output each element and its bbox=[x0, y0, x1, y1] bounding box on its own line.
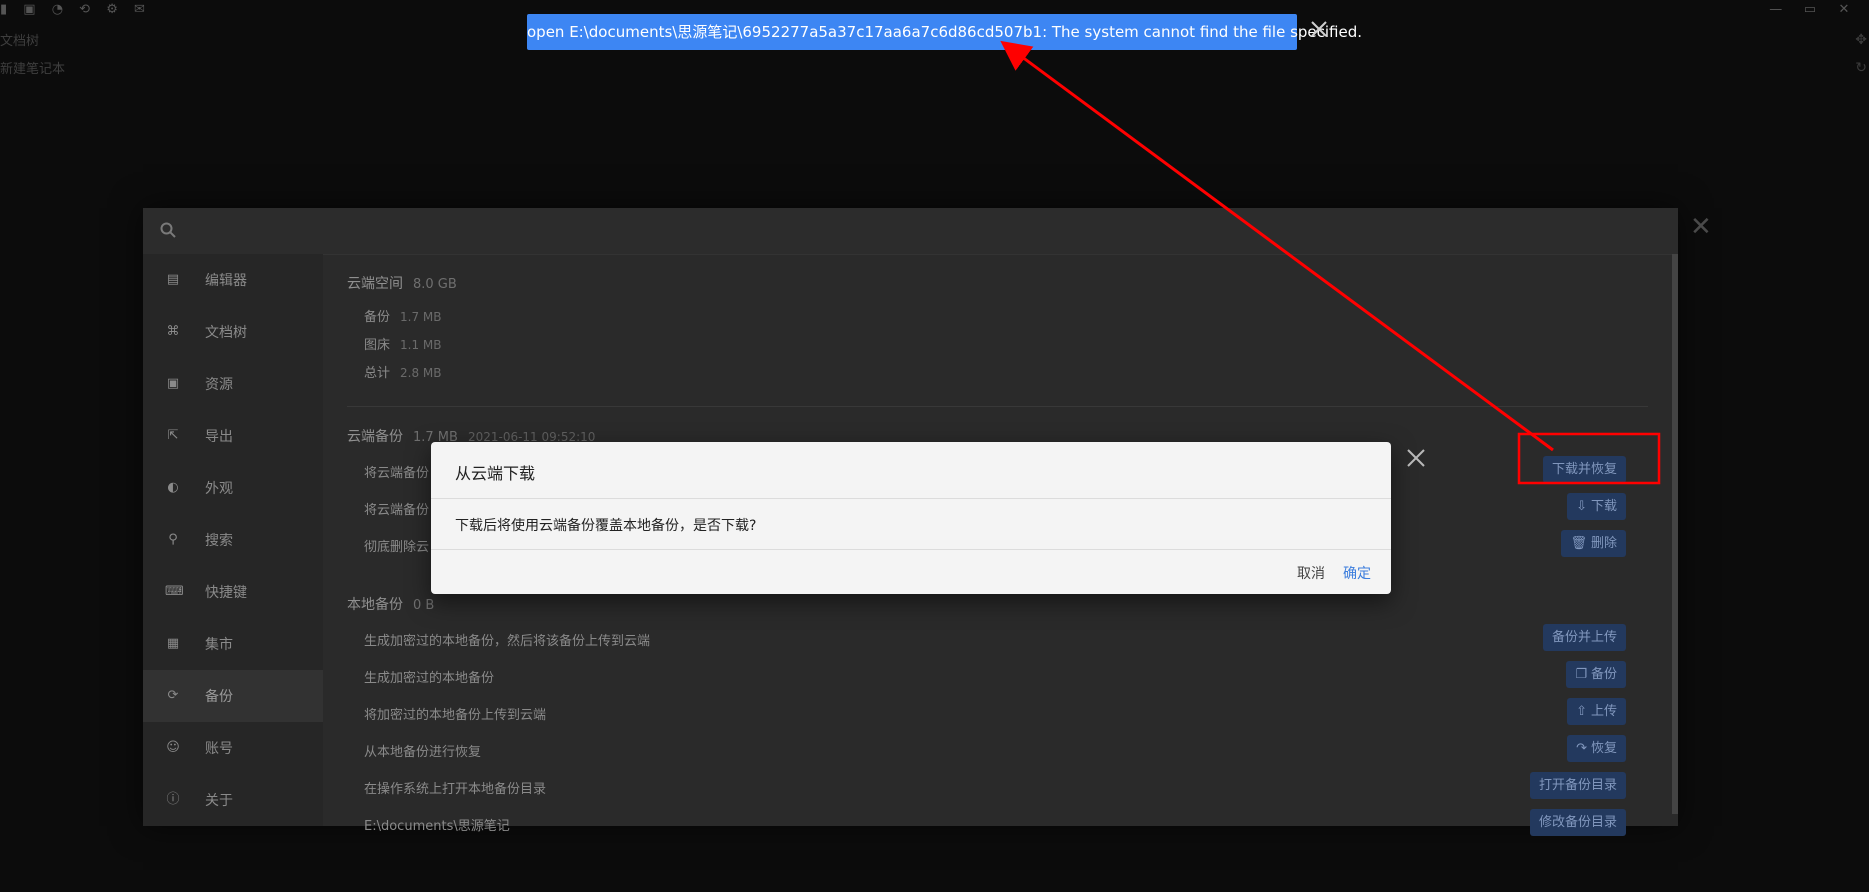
button-label: 修改备份目录 bbox=[1538, 815, 1617, 830]
settings-search-bar[interactable] bbox=[143, 208, 1678, 255]
button-icon: ↷ bbox=[1576, 741, 1587, 756]
button-icon: ⇩ bbox=[1576, 499, 1587, 514]
dialog-title: 从云端下载 bbox=[455, 464, 536, 483]
confirm-button[interactable]: 确定 bbox=[1343, 563, 1371, 583]
setting-row-label: E:\documents\思源笔记 bbox=[364, 819, 510, 834]
action-button[interactable]: 打开备份目录 bbox=[1529, 772, 1626, 799]
sidebar-item-label: 账号 bbox=[205, 741, 233, 757]
right-dock-icons: ✥ ↻ bbox=[1855, 26, 1867, 82]
sidebar-item[interactable]: ⚲ 搜索 bbox=[143, 514, 323, 566]
dialog-divider bbox=[431, 498, 1391, 499]
sidebar-item-label: 备份 bbox=[205, 689, 233, 705]
dialog-close-icon[interactable] bbox=[1404, 446, 1428, 470]
usage-image-host: 图床 1.1 MB bbox=[364, 338, 442, 353]
setting-row-label: 将加密过的本地备份上传到云端 bbox=[364, 708, 547, 723]
sidebar-item-label: 导出 bbox=[205, 429, 233, 445]
user-icon: ☺ bbox=[166, 740, 180, 755]
sidebar-item[interactable]: ◐ 外观 bbox=[143, 462, 323, 514]
settings-sidebar: ▤ 编辑器 ⌘ 文档树 ▣ 资源 ⇱ 导出 ◐ 外观 ⚲ 搜索 ⌨ 快捷键 ▦ 集市 ⟳ 备份 ☺ 账号 ⓘ 关于 bbox=[143, 254, 323, 826]
button-label: 备份并上传 bbox=[1551, 630, 1617, 645]
button-icon: ⇧ bbox=[1576, 704, 1587, 719]
dialog-message: 下载后将使用云端备份覆盖本地备份，是否下载? bbox=[455, 518, 757, 534]
minimize-button[interactable]: — bbox=[1761, 2, 1791, 17]
setting-row-label: 将云端备份 bbox=[364, 466, 430, 481]
sidebar-item[interactable]: ⌘ 文档树 bbox=[143, 306, 323, 358]
image-icon: ▣ bbox=[166, 376, 180, 391]
sidebar-item-label: 集市 bbox=[205, 637, 233, 653]
usage-total: 总计 2.8 MB bbox=[364, 366, 442, 381]
settings-close-icon[interactable]: ✕ bbox=[1690, 212, 1712, 242]
sidebar-item[interactable]: ⓘ 关于 bbox=[143, 774, 323, 826]
toolbar-icons[interactable]: ▮ ▣ ◔ ⟲ ⚙ ✉ bbox=[0, 2, 151, 17]
sidebar-item-label: 文档树 bbox=[205, 325, 247, 341]
sidebar-item[interactable]: ⇱ 导出 bbox=[143, 410, 323, 462]
sidebar-item-label: 资源 bbox=[205, 377, 233, 393]
error-message-toast: open E:\documents\思源笔记\6952277a5a37c17aa… bbox=[527, 14, 1362, 50]
sidebar-item-label: 外观 bbox=[205, 481, 233, 497]
close-window-button[interactable]: ✕ bbox=[1829, 2, 1859, 17]
setting-row-label: 生成加密过的本地备份，然后将该备份上传到云端 bbox=[364, 634, 651, 649]
sidebar-item[interactable]: ▣ 资源 bbox=[143, 358, 323, 410]
button-icon: 🗑 bbox=[1570, 536, 1587, 551]
sidebar-item[interactable]: ▦ 集市 bbox=[143, 618, 323, 670]
sidebar-item[interactable]: ⟳ 备份 bbox=[143, 670, 323, 722]
setting-row-label: 在操作系统上打开本地备份目录 bbox=[364, 782, 547, 797]
action-button[interactable]: ⇩ 下载 bbox=[1567, 493, 1626, 520]
button-icon: ❐ bbox=[1575, 667, 1587, 682]
usage-backup: 备份 1.7 MB bbox=[364, 310, 442, 325]
button-label: 下载并恢复 bbox=[1551, 462, 1617, 477]
keyboard-icon: ⌨ bbox=[165, 584, 184, 599]
setting-row-label: 将云端备份 bbox=[364, 503, 430, 518]
info-icon: ⓘ bbox=[166, 792, 180, 807]
maximize-button[interactable]: ▭ bbox=[1795, 2, 1825, 17]
new-notebook-label[interactable]: 新建笔记本 bbox=[0, 58, 65, 77]
button-label: 打开备份目录 bbox=[1538, 778, 1617, 793]
sidebar-item-label: 关于 bbox=[205, 793, 233, 809]
action-button[interactable]: ❐ 备份 bbox=[1566, 661, 1626, 688]
local-backup-title: 本地备份 0 B bbox=[347, 597, 435, 613]
sidebar-item-label: 编辑器 bbox=[205, 273, 247, 289]
sidebar-item-label: 快捷键 bbox=[205, 585, 247, 601]
sidebar-item[interactable]: ⌨ 快捷键 bbox=[143, 566, 323, 618]
action-button[interactable]: ⇧ 上传 bbox=[1567, 698, 1626, 725]
button-label: 备份 bbox=[1590, 667, 1617, 682]
button-label: 下载 bbox=[1590, 499, 1617, 514]
cancel-button[interactable]: 取消 bbox=[1297, 563, 1325, 583]
keyboard-icon: ▤ bbox=[166, 272, 180, 287]
export-icon: ⇱ bbox=[167, 428, 179, 443]
sidebar-item[interactable]: ☺ 账号 bbox=[143, 722, 323, 774]
cloud-space-title: 云端空间 8.0 GB bbox=[347, 276, 457, 292]
button-label: 上传 bbox=[1590, 704, 1617, 719]
search-icon: ⚲ bbox=[168, 532, 178, 547]
search-icon bbox=[159, 221, 177, 243]
sidebar-item-label: 搜索 bbox=[205, 533, 233, 549]
action-button[interactable]: 🗑 删除 bbox=[1561, 530, 1626, 557]
button-label: 恢复 bbox=[1590, 741, 1617, 756]
download-confirm-dialog: 从云端下载 下载后将使用云端备份覆盖本地备份，是否下载? 取消 确定 bbox=[431, 442, 1391, 594]
button-label: 删除 bbox=[1590, 536, 1617, 551]
setting-row-label: 从本地备份进行恢复 bbox=[364, 745, 482, 760]
action-button[interactable]: 修改备份目录 bbox=[1529, 809, 1626, 836]
dock-icon[interactable]: ✥ bbox=[1855, 26, 1867, 54]
divider bbox=[347, 406, 1648, 407]
dialog-divider bbox=[431, 549, 1391, 550]
setting-row-label: 生成加密过的本地备份 bbox=[364, 671, 495, 686]
error-message-text: open E:\documents\思源笔记\6952277a5a37c17aa… bbox=[527, 23, 1363, 41]
tree-icon: ⌘ bbox=[166, 324, 180, 339]
settings-scrollbar[interactable] bbox=[1672, 254, 1678, 814]
doc-tree-label: 文档树 bbox=[0, 34, 40, 49]
dock-icon[interactable]: ↻ bbox=[1855, 54, 1867, 82]
action-button[interactable]: 备份并上传 bbox=[1542, 624, 1626, 651]
palette-icon: ◐ bbox=[167, 480, 179, 495]
cloud-space-total: 8.0 GB bbox=[413, 277, 457, 292]
window-controls: — ▭ ✕ bbox=[1761, 2, 1859, 17]
action-button[interactable]: ↷ 恢复 bbox=[1567, 735, 1626, 762]
sidebar-item[interactable]: ▤ 编辑器 bbox=[143, 254, 323, 306]
setting-row-label: 彻底删除云 bbox=[364, 540, 430, 555]
toast-close-icon[interactable] bbox=[1308, 18, 1330, 40]
sync-icon: ⟳ bbox=[167, 688, 179, 703]
store-icon: ▦ bbox=[166, 636, 180, 651]
action-button[interactable]: 下载并恢复 bbox=[1542, 456, 1626, 483]
